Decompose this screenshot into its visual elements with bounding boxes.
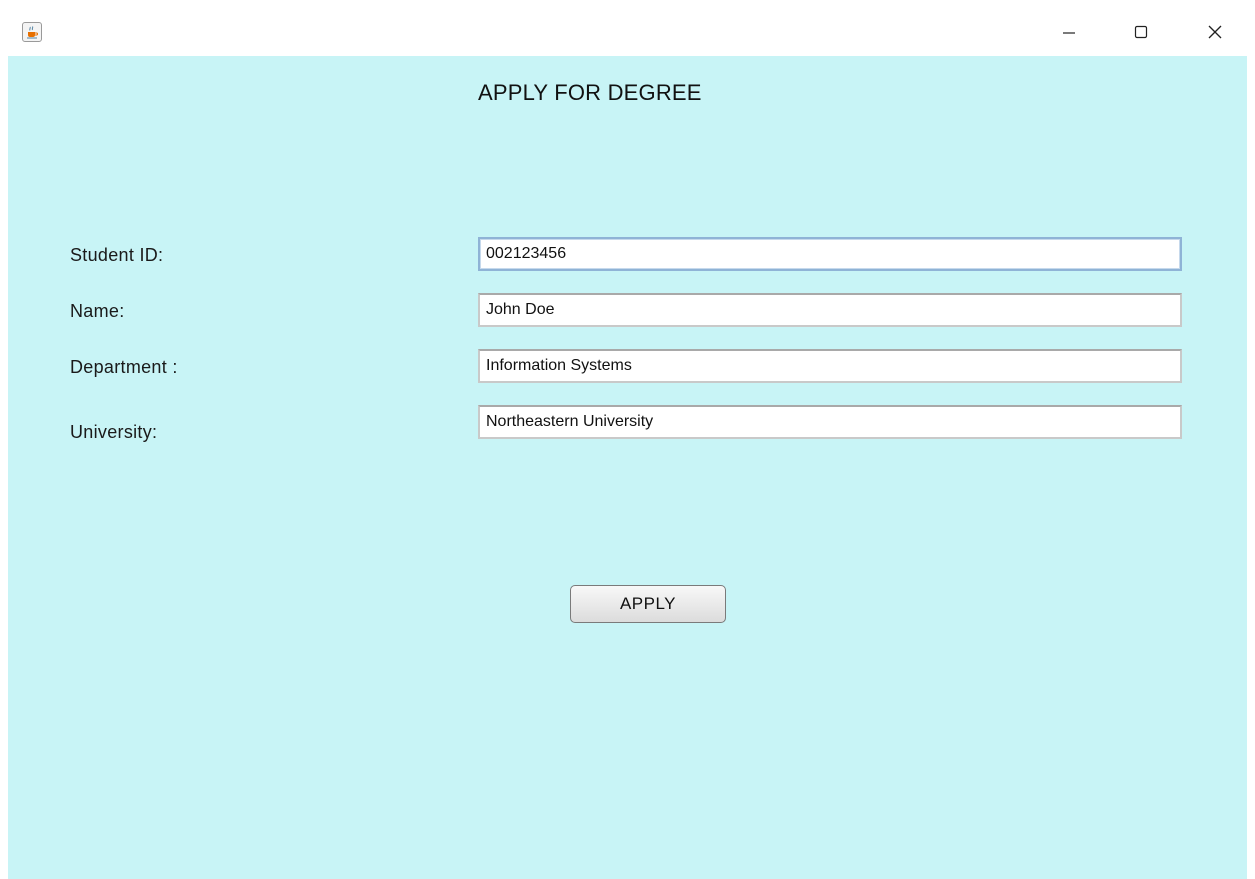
student-id-label: Student ID: [70, 245, 164, 265]
page-title: APPLY FOR DEGREE [478, 80, 702, 105]
close-button[interactable] [1192, 14, 1238, 50]
name-label: Name: [70, 301, 125, 321]
application-window: APPLY FOR DEGREE Student ID: Name: Depar… [0, 0, 1255, 879]
apply-button[interactable]: APPLY [570, 585, 726, 623]
university-input[interactable] [478, 405, 1182, 439]
java-cup-icon[interactable] [22, 22, 42, 42]
minimize-button[interactable] [1046, 14, 1092, 50]
form-panel [8, 56, 1247, 879]
student-id-input[interactable] [478, 237, 1182, 271]
title-bar[interactable] [0, 0, 1255, 56]
university-label: University: [70, 422, 158, 442]
minimize-icon [1063, 32, 1075, 34]
name-input[interactable] [478, 293, 1182, 327]
maximize-icon [1134, 25, 1148, 39]
maximize-button[interactable] [1118, 14, 1164, 50]
department-input[interactable] [478, 349, 1182, 383]
close-icon [1208, 25, 1222, 39]
department-label: Department : [70, 357, 178, 377]
